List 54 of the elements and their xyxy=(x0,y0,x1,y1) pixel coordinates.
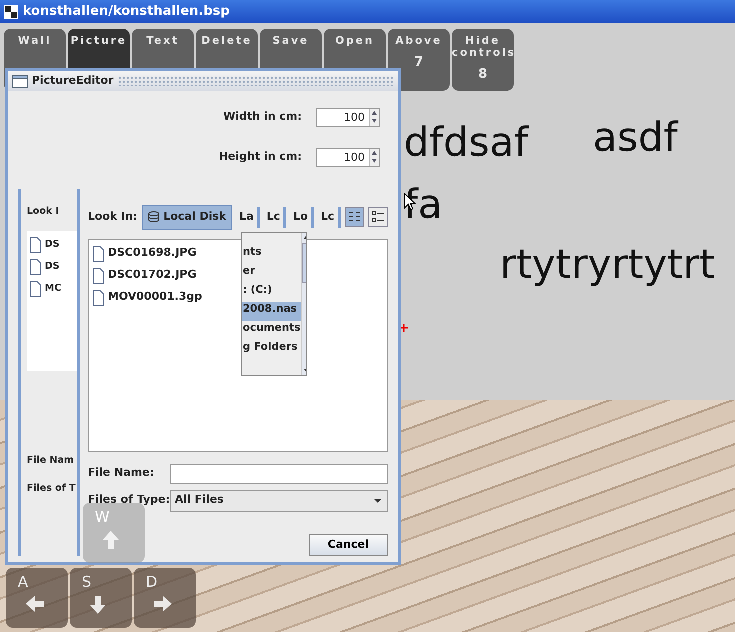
down-arrow-icon xyxy=(370,156,379,164)
window-title: konsthallen/konsthallen.bsp xyxy=(23,2,230,21)
file-name[interactable]: DS xyxy=(45,260,60,274)
cancel-button[interactable]: Cancel xyxy=(308,534,388,556)
dropdown-item[interactable]: er xyxy=(242,264,301,282)
dropdown-item[interactable]: ocuments xyxy=(242,320,301,340)
down-arrow-icon xyxy=(370,116,379,124)
field-label: Height in cm: xyxy=(218,148,302,165)
dropdown-item[interactable]: 2008.nas xyxy=(242,302,301,320)
toolbar-button[interactable]: Lc xyxy=(318,207,341,228)
spinner-field[interactable]: 100 xyxy=(316,108,380,126)
toolbar-key[interactable]: Above 7 xyxy=(388,29,450,91)
list-icon xyxy=(348,211,361,224)
spinner-field[interactable]: 100 xyxy=(316,148,380,166)
details-view-button[interactable] xyxy=(368,207,388,228)
dropdown-item[interactable]: nts xyxy=(242,244,301,264)
app-icon xyxy=(3,4,19,20)
file-name[interactable]: MOV00001.3gp xyxy=(108,289,202,306)
toolbar-button[interactable]: La xyxy=(236,207,260,228)
toolbar-button[interactable]: Lo xyxy=(290,207,314,228)
wall-text: rtytryrtytrt xyxy=(500,245,716,285)
wall-text: asdf xyxy=(593,118,678,158)
disk-icon xyxy=(148,211,160,224)
wall-text: dfdsaf xyxy=(404,123,528,163)
file-name[interactable]: DSC01698.JPG xyxy=(108,245,197,262)
file-name[interactable]: DS xyxy=(45,238,60,252)
field-label: Width in cm: xyxy=(223,108,302,125)
file-name[interactable]: DSC01702.JPG xyxy=(108,267,197,284)
file-icon xyxy=(92,246,105,262)
dropdown-item[interactable]: : (C:) xyxy=(242,282,301,302)
look-in-combo[interactable]: Local Disk xyxy=(142,205,232,230)
window-icon xyxy=(12,74,28,88)
crosshair-icon xyxy=(400,324,408,332)
file-name[interactable]: MC xyxy=(45,282,62,296)
field-label: File Nam xyxy=(27,454,76,468)
up-arrow-icon xyxy=(370,148,379,156)
field-label: Look In: xyxy=(88,209,138,225)
caret-icon xyxy=(374,498,382,502)
toolbar-key[interactable]: Hide controls 8 xyxy=(452,29,514,91)
movement-key[interactable]: D xyxy=(134,568,196,628)
toolbar-button[interactable]: Lc xyxy=(264,207,286,228)
field-label: File Name: xyxy=(88,465,156,482)
details-icon xyxy=(372,211,385,224)
movement-key[interactable]: S xyxy=(70,568,132,628)
dropdown-item[interactable]: g Folders xyxy=(242,340,301,358)
file-type-combo[interactable]: All Files xyxy=(170,490,388,512)
file-icon xyxy=(92,268,105,284)
file-name-field[interactable] xyxy=(170,464,388,484)
file-icon xyxy=(92,290,105,306)
list-view-button[interactable] xyxy=(344,207,364,228)
field-label: Look I xyxy=(27,205,60,219)
field-label: Files of T xyxy=(27,482,77,496)
movement-key[interactable]: A xyxy=(6,568,68,628)
up-arrow-icon xyxy=(370,108,379,116)
